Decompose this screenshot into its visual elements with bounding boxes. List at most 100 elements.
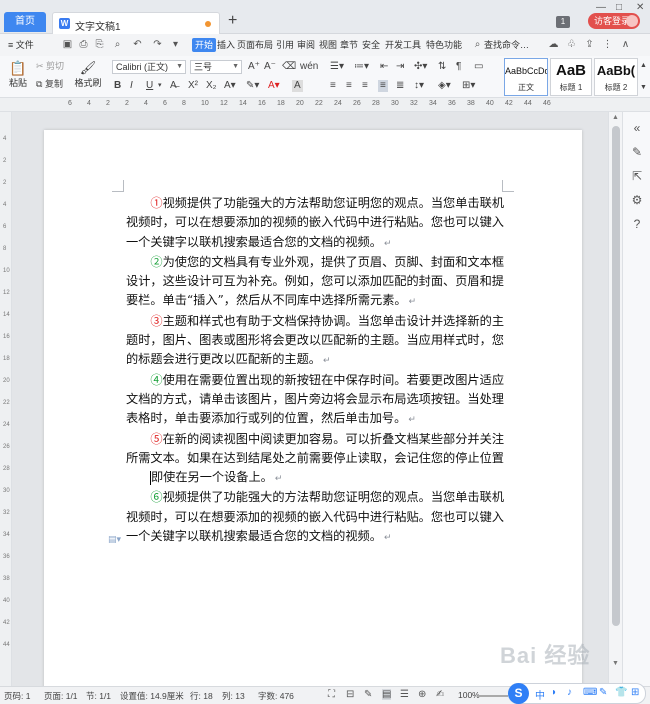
increase-indent-icon[interactable]: ⇥: [396, 61, 404, 73]
align-right-icon[interactable]: ≡: [362, 80, 368, 92]
font-color-icon[interactable]: A▾: [268, 80, 280, 92]
read-mode-icon[interactable]: ⊟: [346, 689, 354, 700]
tab-features[interactable]: 特色功能: [426, 38, 462, 52]
underline-chevron-icon[interactable]: ▾: [158, 80, 162, 92]
shrink-font-button[interactable]: A⁻: [264, 61, 276, 73]
write-mode-icon[interactable]: ✍: [436, 689, 444, 700]
status-page-number[interactable]: 页码: 1: [4, 690, 30, 702]
tab-home[interactable]: 首页: [4, 12, 46, 32]
border-chevron-icon[interactable]: ⊞▾: [462, 80, 475, 92]
paragraph[interactable]: ②为使您的文档具有专业外观，提供了页眉、页脚、封面和文本框设计，这些设计可互为补…: [126, 253, 504, 312]
tab-document[interactable]: W 文字文稿1: [52, 12, 220, 34]
ime-chinese-mode[interactable]: 中: [535, 687, 545, 702]
line-spacing-icon[interactable]: ↕▾: [414, 80, 424, 92]
window-count-badge[interactable]: 1: [556, 16, 570, 28]
ime-punctuation-icon[interactable]: ◗: [551, 687, 557, 698]
format-painter-button[interactable]: 🖌 格式刷: [74, 60, 102, 89]
zoom-level[interactable]: 100%: [458, 690, 480, 700]
distributed-align-icon[interactable]: ≣: [396, 80, 404, 92]
customize-chevron-icon[interactable]: ▾: [170, 39, 181, 50]
ime-keyboard-icon[interactable]: ⌨: [583, 687, 597, 698]
phonetic-icon[interactable]: wén: [300, 61, 318, 73]
export-pdf-icon[interactable]: ⎙: [78, 39, 89, 50]
command-search[interactable]: 查找命令…: [484, 38, 529, 52]
copy-button[interactable]: ⧉ 复制: [36, 78, 63, 90]
superscript-icon[interactable]: X²: [188, 80, 198, 92]
paste-button[interactable]: 📋 粘贴: [6, 60, 30, 89]
strikethrough-icon[interactable]: A̶: [170, 80, 177, 92]
close-button[interactable]: ✕: [636, 2, 644, 13]
vertical-scrollbar[interactable]: ▲ ▼: [608, 112, 622, 686]
scroll-down-icon[interactable]: ▼: [612, 660, 619, 667]
print-icon[interactable]: ⎘: [94, 39, 105, 50]
clear-format-icon[interactable]: ⌫: [282, 61, 296, 73]
paragraph[interactable]: ①视频提供了功能强大的方法帮助您证明您的观点。当您单击联机视频时，可以在想要添加…: [126, 194, 504, 253]
char-shading-icon[interactable]: A: [292, 80, 303, 92]
ime-toolbar[interactable]: S 中 ◗ ♪ ⌨ ✎ 👕 ⊞: [508, 683, 646, 704]
tab-review[interactable]: 审阅: [297, 38, 315, 52]
shading-icon[interactable]: ◈▾: [438, 80, 451, 92]
style-normal[interactable]: AaBbCcDd 正文: [504, 58, 548, 96]
zoom-slider[interactable]: [478, 695, 508, 697]
cloud-icon[interactable]: ☁: [548, 39, 559, 50]
horizontal-ruler[interactable]: 6 4 2 2 4 6 8 10 12 14 16 18 20 22 24 26 28 30 32 34 36 38 40 4…: [0, 98, 650, 112]
minimize-button[interactable]: —: [596, 2, 606, 13]
tab-security[interactable]: 安全: [362, 38, 380, 52]
edit-mode-icon[interactable]: ✎: [364, 689, 372, 700]
undo-icon[interactable]: ↶: [132, 39, 143, 50]
paragraph[interactable]: ③主题和样式也有助于文档保持协调。当您单击设计并选择新的主题时，图片、图表或图形…: [126, 312, 504, 371]
redo-icon[interactable]: ↷: [152, 39, 163, 50]
tab-start[interactable]: 开始: [192, 38, 217, 52]
paragraph-layout-icon[interactable]: ▤▾: [108, 534, 121, 545]
align-justify-icon[interactable]: ≡: [378, 80, 388, 92]
help-icon[interactable]: ?: [629, 216, 645, 232]
tab-insert[interactable]: 插入: [217, 38, 235, 52]
chinese-layout-icon[interactable]: ✣▾: [414, 61, 427, 73]
status-section[interactable]: 节: 1/1: [86, 690, 111, 702]
scroll-up-icon[interactable]: ▲: [612, 114, 619, 121]
font-size-select[interactable]: 三号 ▼: [190, 60, 242, 74]
paragraph[interactable]: ⑥视频提供了功能强大的方法帮助您证明您的观点。当您单击联机视频时，可以在想要添加…: [126, 488, 504, 547]
paragraph[interactable]: ⑤在新的阅读视图中阅读更加容易。可以折叠文档某些部分并关注所需文本。如果在达到结…: [126, 430, 504, 489]
edit-pen-icon[interactable]: ✎: [629, 144, 645, 160]
align-center-icon[interactable]: ≡: [346, 80, 352, 92]
new-tab-button[interactable]: +: [228, 12, 237, 30]
collaborate-icon[interactable]: ♧: [566, 39, 577, 50]
tab-references[interactable]: 引用: [276, 38, 294, 52]
document-page[interactable]: ▤▾ ①视频提供了功能强大的方法帮助您证明您的观点。当您单击联机视频时，可以在想…: [44, 130, 582, 686]
document-body[interactable]: ①视频提供了功能强大的方法帮助您证明您的观点。当您单击联机视频时，可以在想要添加…: [126, 194, 504, 547]
show-marks-icon[interactable]: ¶: [456, 61, 461, 73]
status-pages[interactable]: 页面: 1/1: [44, 690, 78, 702]
page-view-icon[interactable]: ▤: [382, 689, 392, 700]
vertical-ruler[interactable]: 4 2 2 4 6 8 10 12 14 16 18 20 22 24 26 28 30 32 34 36 38 40 42…: [0, 112, 12, 686]
more-icon[interactable]: ⋮: [602, 39, 613, 50]
styles-scroll-up-icon[interactable]: ▲: [640, 60, 647, 72]
tab-view[interactable]: 视图: [319, 38, 337, 52]
ime-handwrite-icon[interactable]: ✎: [599, 687, 607, 698]
sort-icon[interactable]: ⇅: [438, 61, 446, 73]
bullet-list-icon[interactable]: ☰▾: [330, 61, 344, 73]
ime-skin-icon[interactable]: 👕: [615, 687, 627, 698]
highlight-icon[interactable]: ✎▾: [246, 80, 259, 92]
subscript-icon[interactable]: X₂: [206, 80, 217, 92]
align-left-icon[interactable]: ≡: [330, 80, 336, 92]
style-heading-1[interactable]: AaB 标题 1: [550, 58, 592, 96]
collapse-panel-icon[interactable]: «: [629, 120, 645, 136]
tab-chapter[interactable]: 章节: [340, 38, 358, 52]
maximize-button[interactable]: □: [616, 2, 622, 13]
styles-scroll-down-icon[interactable]: ▼: [640, 82, 647, 94]
ime-logo[interactable]: S: [508, 683, 529, 704]
status-word-count[interactable]: 字数: 476: [258, 690, 294, 702]
share-icon[interactable]: ⇪: [584, 39, 595, 50]
outline-view-icon[interactable]: ☰: [400, 689, 409, 700]
select-cursor-icon[interactable]: ⇱: [629, 168, 645, 184]
ime-toolbox-icon[interactable]: ⊞: [631, 687, 639, 698]
border-icon[interactable]: ▭: [474, 61, 483, 73]
settings-sliders-icon[interactable]: ⚙: [629, 192, 645, 208]
grow-font-button[interactable]: A⁺: [248, 61, 260, 73]
save-icon[interactable]: ▣: [62, 39, 73, 50]
scrollbar-thumb[interactable]: [612, 126, 620, 626]
web-view-icon[interactable]: ⊕: [418, 689, 426, 700]
cut-button[interactable]: ✂ 剪切: [36, 60, 64, 72]
print-preview-icon[interactable]: ⌕: [112, 39, 123, 50]
